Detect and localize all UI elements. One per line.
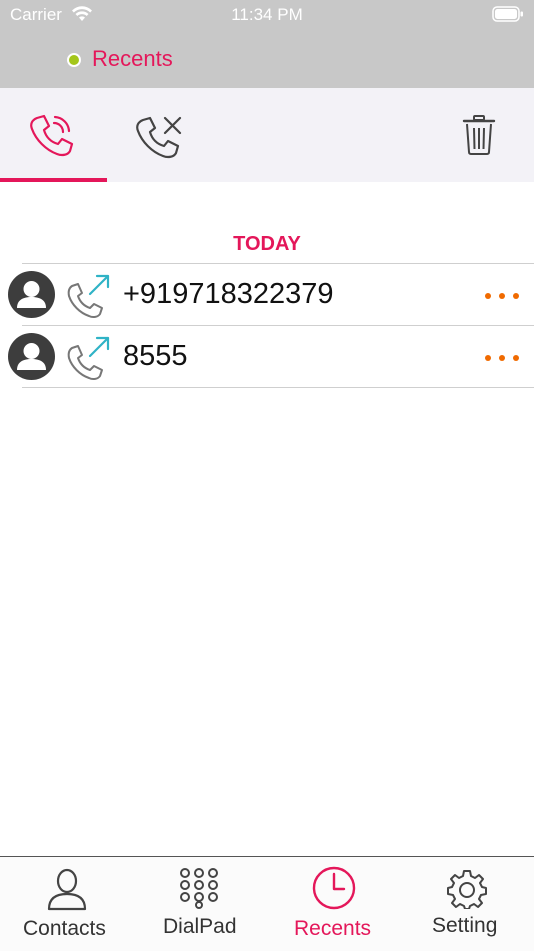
top-bar: Carrier 11:34 PM Recents xyxy=(0,0,534,88)
outgoing-call-icon xyxy=(67,336,110,381)
bottom-tab-bar: Contacts DialPad Recents Setting xyxy=(0,856,534,951)
section-header-today: TODAY xyxy=(233,233,301,255)
gear-icon xyxy=(447,870,487,909)
tab-missed-calls[interactable] xyxy=(110,88,210,182)
avatar xyxy=(8,271,55,318)
more-options-button[interactable] xyxy=(485,280,521,310)
divider xyxy=(22,387,534,388)
person-icon xyxy=(47,868,87,911)
phone-missed-icon xyxy=(136,116,182,159)
tab-label: DialPad xyxy=(163,915,237,938)
phone-icon xyxy=(30,114,74,157)
more-options-button[interactable] xyxy=(485,342,521,372)
call-number: +919718322379 xyxy=(123,278,334,310)
tab-contacts[interactable]: Contacts xyxy=(0,857,133,951)
dialpad-icon xyxy=(180,868,218,909)
tab-all-calls[interactable] xyxy=(0,88,107,182)
clock-icon xyxy=(312,866,356,910)
person-placeholder-icon xyxy=(17,281,46,308)
status-time: 11:34 PM xyxy=(231,5,303,24)
call-number: 8555 xyxy=(123,340,188,372)
tab-label: Recents xyxy=(294,917,372,940)
tab-label: Contacts xyxy=(23,917,106,940)
call-log-row[interactable]: 8555 xyxy=(0,326,534,388)
tab-dialpad[interactable]: DialPad xyxy=(133,857,267,951)
active-tab-indicator xyxy=(0,178,107,182)
outgoing-call-icon xyxy=(67,274,110,319)
delete-all-button[interactable] xyxy=(445,88,515,182)
recents-filter-bar xyxy=(0,88,534,182)
avatar xyxy=(8,333,55,380)
call-log-row[interactable]: +919718322379 xyxy=(0,264,534,326)
person-placeholder-icon xyxy=(17,343,46,370)
battery-icon xyxy=(492,6,523,22)
trash-icon xyxy=(462,115,496,155)
presence-status-dot xyxy=(67,53,81,67)
tab-setting[interactable]: Setting xyxy=(401,857,534,951)
tab-label: Setting xyxy=(432,914,498,937)
tab-recents[interactable]: Recents xyxy=(267,857,401,951)
page-title: Recents xyxy=(92,46,173,71)
